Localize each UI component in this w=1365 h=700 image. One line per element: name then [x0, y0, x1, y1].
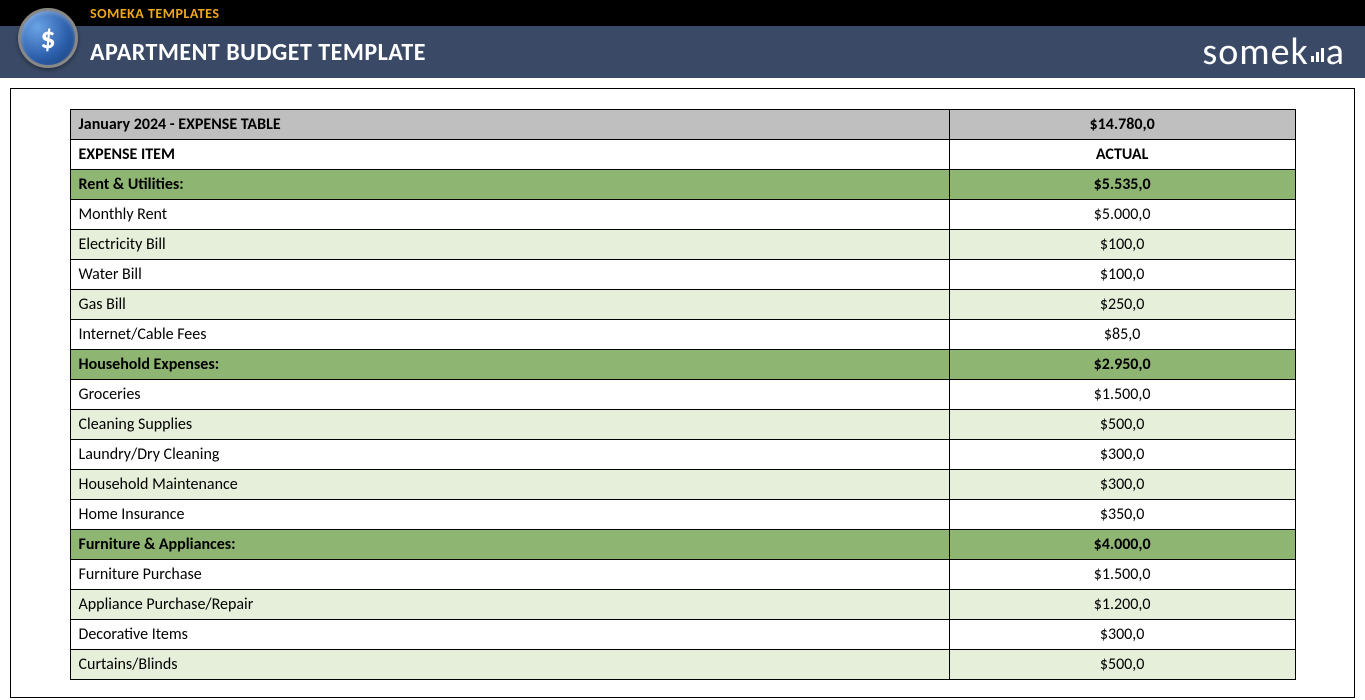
item-label[interactable]: Laundry/Dry Cleaning	[70, 440, 949, 470]
table-row: Internet/Cable Fees$85,0	[70, 320, 1295, 350]
item-actual[interactable]: $100,0	[949, 260, 1295, 290]
item-label[interactable]: Appliance Purchase/Repair	[70, 590, 949, 620]
table-row: Appliance Purchase/Repair$1.200,0	[70, 590, 1295, 620]
item-label[interactable]: Water Bill	[70, 260, 949, 290]
item-actual[interactable]: $5.000,0	[949, 200, 1295, 230]
category-subtotal: $5.535,0	[949, 170, 1295, 200]
category-name: Household Expenses:	[70, 350, 949, 380]
item-label[interactable]: Curtains/Blinds	[70, 650, 949, 680]
item-label[interactable]: Household Maintenance	[70, 470, 949, 500]
table-row: Household Maintenance$300,0	[70, 470, 1295, 500]
dollar-coin-icon: $	[18, 8, 78, 68]
sheet-container: January 2024 - EXPENSE TABLE $14.780,0 E…	[10, 88, 1355, 698]
category-name: Rent & Utilities:	[70, 170, 949, 200]
table-title: January 2024 - EXPENSE TABLE	[70, 110, 949, 140]
category-name: Furniture & Appliances:	[70, 530, 949, 560]
table-row: Curtains/Blinds$500,0	[70, 650, 1295, 680]
table-row: Laundry/Dry Cleaning$300,0	[70, 440, 1295, 470]
item-label[interactable]: Electricity Bill	[70, 230, 949, 260]
category-row: Household Expenses: $2.950,0	[70, 350, 1295, 380]
logo-text-end: a	[1326, 29, 1345, 75]
brand-text: SOMEKA TEMPLATES	[90, 5, 219, 22]
brand-bar: SOMEKA TEMPLATES	[0, 0, 1365, 26]
item-actual[interactable]: $1.500,0	[949, 380, 1295, 410]
item-actual[interactable]: $1.500,0	[949, 560, 1295, 590]
item-actual[interactable]: $350,0	[949, 500, 1295, 530]
table-header-row: EXPENSE ITEM ACTUAL	[70, 140, 1295, 170]
item-actual[interactable]: $85,0	[949, 320, 1295, 350]
table-title-row: January 2024 - EXPENSE TABLE $14.780,0	[70, 110, 1295, 140]
item-actual[interactable]: $1.200,0	[949, 590, 1295, 620]
item-actual[interactable]: $300,0	[949, 470, 1295, 500]
table-row: Monthly Rent$5.000,0	[70, 200, 1295, 230]
item-actual[interactable]: $500,0	[949, 410, 1295, 440]
expense-table: January 2024 - EXPENSE TABLE $14.780,0 E…	[70, 109, 1296, 680]
category-subtotal: $4.000,0	[949, 530, 1295, 560]
table-total: $14.780,0	[949, 110, 1295, 140]
item-label[interactable]: Furniture Purchase	[70, 560, 949, 590]
item-actual[interactable]: $100,0	[949, 230, 1295, 260]
category-row: Furniture & Appliances: $4.000,0	[70, 530, 1295, 560]
bar-chart-icon	[1311, 48, 1324, 62]
col-item-header: EXPENSE ITEM	[70, 140, 949, 170]
title-bar: $ APARTMENT BUDGET TEMPLATE somek a	[0, 26, 1365, 78]
item-actual[interactable]: $500,0	[949, 650, 1295, 680]
item-label[interactable]: Cleaning Supplies	[70, 410, 949, 440]
category-row: Rent & Utilities: $5.535,0	[70, 170, 1295, 200]
item-label[interactable]: Groceries	[70, 380, 949, 410]
table-row: Groceries$1.500,0	[70, 380, 1295, 410]
table-row: Decorative Items$300,0	[70, 620, 1295, 650]
table-row: Water Bill$100,0	[70, 260, 1295, 290]
table-row: Furniture Purchase$1.500,0	[70, 560, 1295, 590]
item-label[interactable]: Gas Bill	[70, 290, 949, 320]
category-subtotal: $2.950,0	[949, 350, 1295, 380]
table-row: Electricity Bill$100,0	[70, 230, 1295, 260]
table-row: Home Insurance$350,0	[70, 500, 1295, 530]
page-title: APARTMENT BUDGET TEMPLATE	[90, 38, 426, 67]
item-label[interactable]: Monthly Rent	[70, 200, 949, 230]
table-row: Cleaning Supplies$500,0	[70, 410, 1295, 440]
item-label[interactable]: Decorative Items	[70, 620, 949, 650]
logo-text: somek	[1202, 29, 1308, 75]
item-actual[interactable]: $300,0	[949, 440, 1295, 470]
item-actual[interactable]: $300,0	[949, 620, 1295, 650]
item-label[interactable]: Home Insurance	[70, 500, 949, 530]
item-actual[interactable]: $250,0	[949, 290, 1295, 320]
table-row: Gas Bill$250,0	[70, 290, 1295, 320]
item-label[interactable]: Internet/Cable Fees	[70, 320, 949, 350]
someka-logo: somek a	[1202, 29, 1345, 75]
col-actual-header: ACTUAL	[949, 140, 1295, 170]
